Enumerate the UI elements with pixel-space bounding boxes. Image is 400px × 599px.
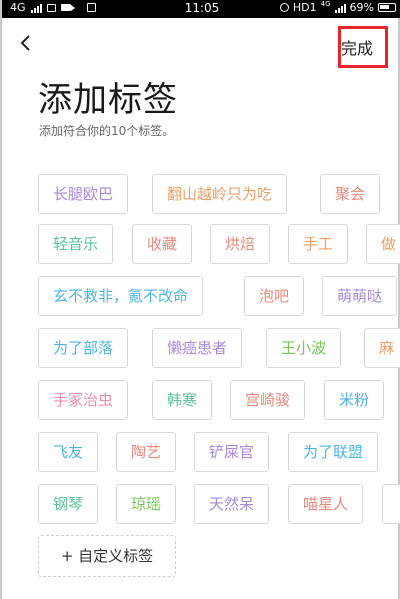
tag-chip[interactable]: 宫崎骏 (230, 380, 306, 420)
tag-chip[interactable]: 泡吧 (244, 276, 305, 316)
tag-chip[interactable]: 为了部落 (38, 328, 129, 368)
tag-chip[interactable]: 收藏 (132, 224, 193, 264)
status-right: HD1 4G 69% (279, 0, 396, 14)
tag-chip[interactable]: 韩寒 (152, 380, 213, 420)
battery-percent: 69% (349, 1, 374, 14)
tag-chip[interactable]: 琼瑶 (116, 484, 177, 524)
page-title: 添加标签 (38, 80, 178, 120)
done-button[interactable]: 完成 (338, 26, 388, 68)
tag-cloud: 长腿欧巴 翻山越岭只为吃 聚会 轻音乐 收藏 烘焙 手工 做 玄不救非，氪不改命… (2, 172, 400, 572)
tag-chip[interactable]: 手工 (288, 224, 349, 264)
done-button-label: 完成 (340, 39, 373, 58)
tag-chip[interactable]: 钢琴 (38, 484, 99, 524)
signal-icon-2 (334, 2, 346, 13)
tag-chip[interactable]: 飞友 (38, 432, 99, 472)
battery-icon (378, 3, 396, 12)
tag-chip[interactable]: 为了联盟 (288, 432, 379, 472)
tag-chip[interactable]: 轻音乐 (38, 224, 114, 264)
tag-chip[interactable]: 翻山越岭只为吃 (152, 174, 288, 214)
tag-chip[interactable]: 做 (366, 224, 400, 264)
tag-chip[interactable]: 聚会 (320, 174, 381, 214)
net-small-label: 4G (320, 0, 331, 8)
tag-chip[interactable] (382, 484, 400, 524)
tag-chip[interactable]: 手冢治虫 (38, 380, 129, 420)
tag-chip[interactable]: 天然呆 (194, 484, 270, 524)
status-bar: 4G 11:05 HD1 4G 69% (2, 0, 400, 18)
tag-chip[interactable]: 喵星人 (288, 484, 364, 524)
tag-chip[interactable]: 王小波 (266, 328, 342, 368)
tag-chip[interactable]: 烘焙 (210, 224, 271, 264)
tag-chip[interactable]: 萌萌哒 (322, 276, 398, 316)
page-subtitle: 添加符合你的10个标签。 (39, 124, 175, 138)
alarm-icon (279, 3, 289, 12)
tag-chip[interactable]: 麻 (364, 328, 400, 368)
add-custom-tag-button[interactable]: + 自定义标签 (38, 535, 176, 577)
back-arrow-icon[interactable] (18, 34, 34, 52)
tag-chip[interactable]: 米粉 (324, 380, 385, 420)
tag-chip[interactable]: 陶艺 (116, 432, 177, 472)
tag-chip[interactable]: 玄不救非，氪不改命 (38, 276, 204, 316)
tag-chip[interactable]: 铲屎官 (194, 432, 270, 472)
tag-chip[interactable]: 长腿欧巴 (38, 174, 129, 214)
app-screen: 4G 11:05 HD1 4G 69% 完成 添加标签 添加符合你的10个标签。… (0, 0, 400, 599)
tag-chip[interactable]: 懒癌患者 (152, 328, 243, 368)
hd-label: HD1 (292, 1, 317, 14)
